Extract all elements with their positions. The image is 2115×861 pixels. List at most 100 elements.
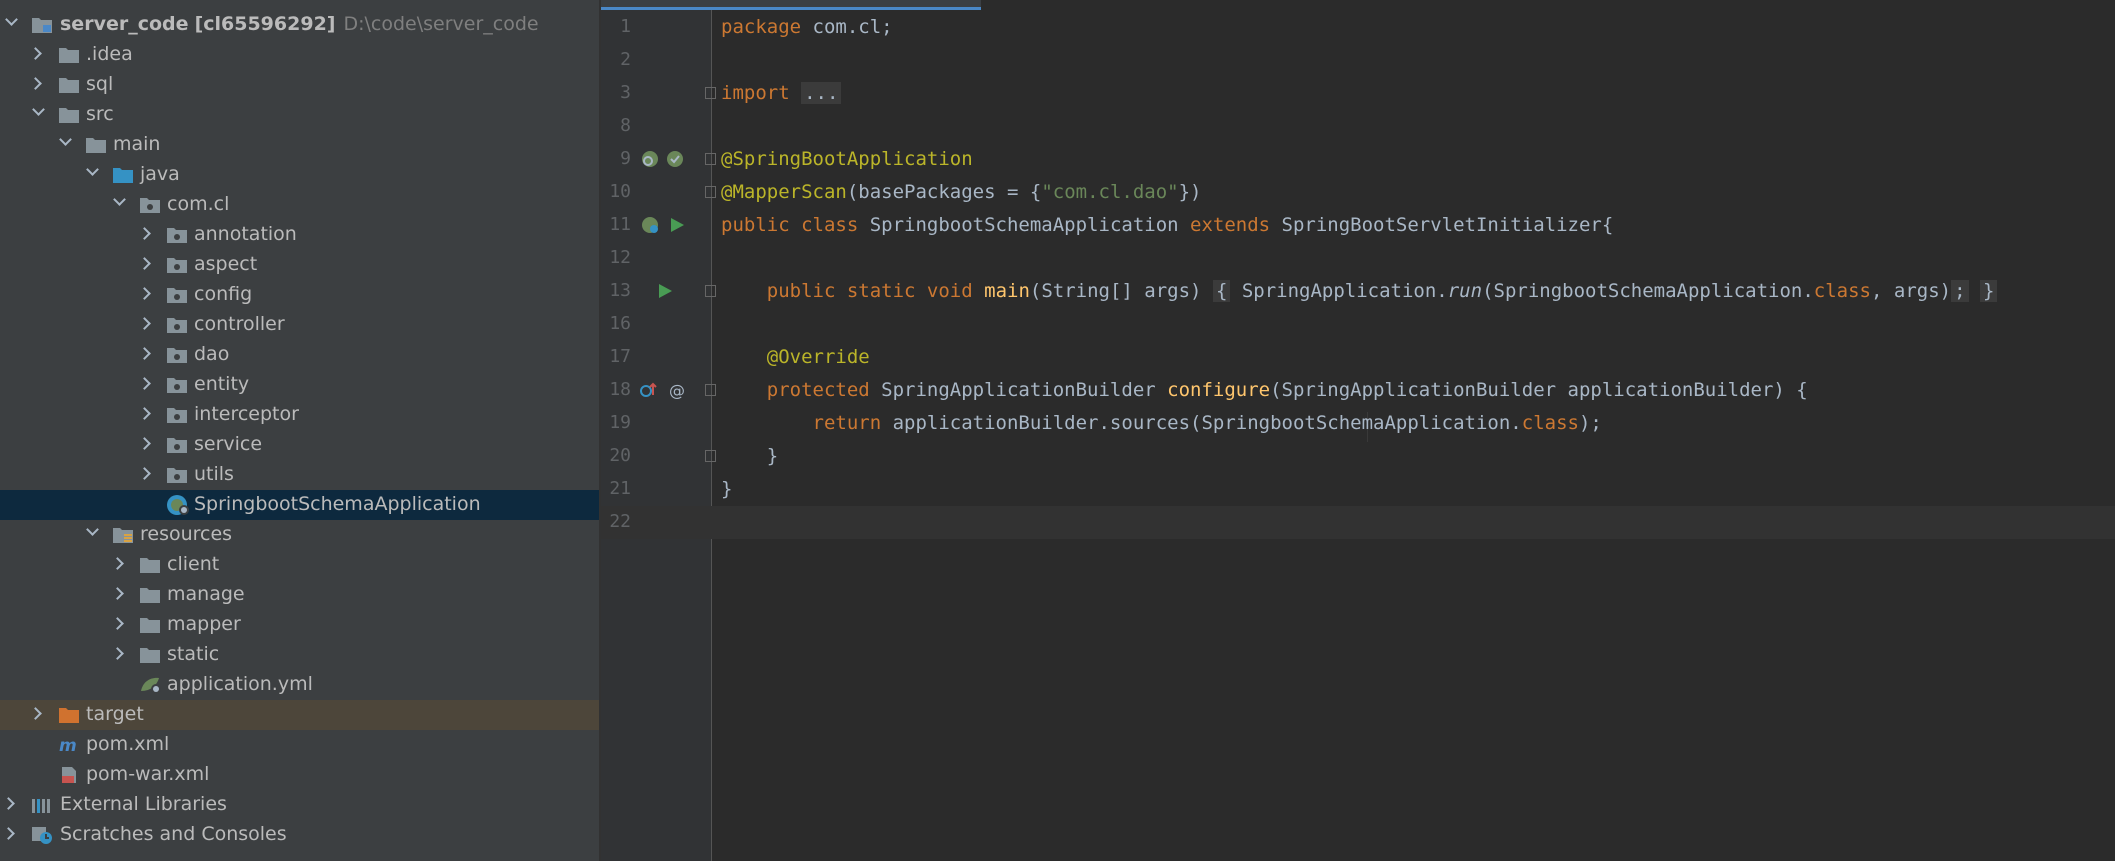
code-line[interactable]: 19 return applicationBuilder.sources(Spr… bbox=[601, 407, 2115, 440]
tree-item-manage[interactable]: manage bbox=[0, 580, 599, 610]
tree-item-pom-war-xml[interactable]: pom-war.xml bbox=[0, 760, 599, 790]
tree-item-label: client bbox=[167, 553, 220, 575]
tree-item-src[interactable]: src bbox=[0, 100, 599, 130]
tree-item-label: aspect bbox=[194, 253, 258, 275]
tree-root-server-code[interactable]: server_code [cl65596292] D:\code\server_c… bbox=[0, 10, 599, 40]
code-line[interactable]: 12 bbox=[601, 242, 2115, 275]
chevron-right-icon[interactable] bbox=[138, 257, 151, 270]
tree-item-interceptor[interactable]: interceptor bbox=[0, 400, 599, 430]
tree-item-main[interactable]: main bbox=[0, 130, 599, 160]
chevron-right-icon[interactable] bbox=[111, 647, 124, 660]
tree-item-static[interactable]: static bbox=[0, 640, 599, 670]
folded-brace[interactable]: } bbox=[1979, 280, 1998, 302]
code-line[interactable]: 18 @ protected SpringApplicationBuilder … bbox=[601, 374, 2115, 407]
tree-item-client[interactable]: client bbox=[0, 550, 599, 580]
fold-toggle-icon[interactable] bbox=[705, 186, 716, 198]
chevron-right-icon[interactable] bbox=[138, 407, 151, 420]
fold-toggle-icon[interactable] bbox=[705, 285, 716, 297]
code-line[interactable]: 2 bbox=[601, 44, 2115, 77]
chevron-right-icon[interactable] bbox=[111, 557, 124, 570]
tree-item-java[interactable]: java bbox=[0, 160, 599, 190]
code-line[interactable]: 10 @MapperScan(basePackages = {"com.cl.d… bbox=[601, 176, 2115, 209]
chevron-right-icon[interactable] bbox=[138, 377, 151, 390]
chevron-right-icon[interactable] bbox=[2, 827, 15, 840]
code-line[interactable]: 21 } bbox=[601, 473, 2115, 506]
chevron-right-icon[interactable] bbox=[138, 437, 151, 450]
tree-root-path: D:\code\server_code bbox=[343, 13, 539, 35]
run-icon[interactable] bbox=[668, 216, 686, 234]
chevron-down-icon[interactable] bbox=[59, 133, 72, 146]
tree-item-sql[interactable]: sql bbox=[0, 70, 599, 100]
tree-item-label: mapper bbox=[167, 613, 241, 635]
override-icon[interactable] bbox=[639, 381, 657, 399]
folded-brace[interactable]: { bbox=[1212, 280, 1231, 302]
chevron-down-icon[interactable] bbox=[32, 103, 45, 116]
tree-item-mapper[interactable]: mapper bbox=[0, 610, 599, 640]
tree-item-external-libraries[interactable]: External Libraries bbox=[0, 790, 599, 820]
chevron-right-icon[interactable] bbox=[29, 77, 42, 90]
fold-toggle-icon[interactable] bbox=[705, 384, 716, 396]
tree-item-annotation[interactable]: annotation bbox=[0, 220, 599, 250]
code-line-current[interactable]: 22 bbox=[601, 506, 2115, 539]
chevron-right-icon[interactable] bbox=[138, 317, 151, 330]
chevron-down-icon[interactable] bbox=[5, 13, 18, 26]
tree-item-controller[interactable]: controller bbox=[0, 310, 599, 340]
code-editor[interactable]: 1 package com.cl; 2 3 import ... 8 9 @Sp… bbox=[601, 0, 2115, 861]
chevron-down-icon[interactable] bbox=[86, 163, 99, 176]
chevron-right-icon[interactable] bbox=[111, 617, 124, 630]
code-line[interactable]: 8 bbox=[601, 110, 2115, 143]
code-line[interactable]: 13 public static void main(String[] args… bbox=[601, 275, 2115, 308]
chevron-right-icon[interactable] bbox=[111, 587, 124, 600]
code-line[interactable]: 3 import ... bbox=[601, 77, 2115, 110]
tree-item-pom-xml[interactable]: m pom.xml bbox=[0, 730, 599, 760]
chevron-down-icon[interactable] bbox=[86, 523, 99, 536]
tree-item-service[interactable]: service bbox=[0, 430, 599, 460]
spring-boot-icon[interactable] bbox=[641, 216, 659, 234]
tree-item-utils[interactable]: utils bbox=[0, 460, 599, 490]
chevron-down-icon[interactable] bbox=[113, 193, 126, 206]
tree-item-aspect[interactable]: aspect bbox=[0, 250, 599, 280]
fold-toggle-icon[interactable] bbox=[705, 450, 716, 462]
at-sign-icon[interactable]: @ bbox=[668, 381, 686, 399]
chevron-right-icon[interactable] bbox=[29, 47, 42, 60]
chevron-right-icon[interactable] bbox=[138, 347, 151, 360]
code-text: } bbox=[721, 445, 778, 467]
chevron-right-icon[interactable] bbox=[2, 797, 15, 810]
fold-toggle-icon[interactable] bbox=[705, 153, 716, 165]
spring-bean-search-icon[interactable] bbox=[641, 150, 659, 168]
chevron-right-icon[interactable] bbox=[138, 467, 151, 480]
tree-item-entity[interactable]: entity bbox=[0, 370, 599, 400]
keyword: public class bbox=[721, 214, 859, 236]
package-icon bbox=[167, 228, 187, 243]
fold-toggle-icon[interactable] bbox=[705, 87, 716, 99]
spring-bean-icon[interactable] bbox=[666, 150, 684, 168]
package-icon bbox=[167, 378, 187, 393]
code-line[interactable]: 11 public class SpringbootSchemaApplicat… bbox=[601, 209, 2115, 242]
code-line[interactable]: 16 bbox=[601, 308, 2115, 341]
tree-item-dao[interactable]: dao bbox=[0, 340, 599, 370]
package-icon bbox=[167, 348, 187, 363]
line-number: 13 bbox=[609, 280, 631, 301]
tree-item-target[interactable]: target bbox=[0, 700, 599, 730]
active-editor-tab[interactable] bbox=[601, 0, 981, 10]
tree-item-idea[interactable]: .idea bbox=[0, 40, 599, 70]
line-number: 2 bbox=[620, 49, 631, 70]
tree-item-application-yml[interactable]: application.yml bbox=[0, 670, 599, 700]
chevron-right-icon[interactable] bbox=[138, 287, 151, 300]
run-icon[interactable] bbox=[656, 282, 674, 300]
tree-item-config[interactable]: config bbox=[0, 280, 599, 310]
code-line[interactable]: 9 @SpringBootApplication bbox=[601, 143, 2115, 176]
tree-item-scratches-and-consoles[interactable]: Scratches and Consoles bbox=[0, 820, 599, 850]
code-text: return applicationBuilder.sources(Spring… bbox=[721, 412, 1602, 434]
tree-item-resources[interactable]: resources bbox=[0, 520, 599, 550]
tree-item-com-cl[interactable]: com.cl bbox=[0, 190, 599, 220]
code-line[interactable]: 20 } bbox=[601, 440, 2115, 473]
code-line[interactable]: 17 @Override bbox=[601, 341, 2115, 374]
chevron-right-icon[interactable] bbox=[29, 707, 42, 720]
chevron-right-icon[interactable] bbox=[138, 227, 151, 240]
tree-item-springboot-schema-application[interactable]: SpringbootSchemaApplication bbox=[0, 490, 599, 520]
code-line[interactable]: 1 package com.cl; bbox=[601, 11, 2115, 44]
folded-region[interactable]: ... bbox=[801, 82, 842, 104]
method-name: main bbox=[984, 280, 1030, 302]
tree-item-label: pom.xml bbox=[86, 733, 170, 755]
